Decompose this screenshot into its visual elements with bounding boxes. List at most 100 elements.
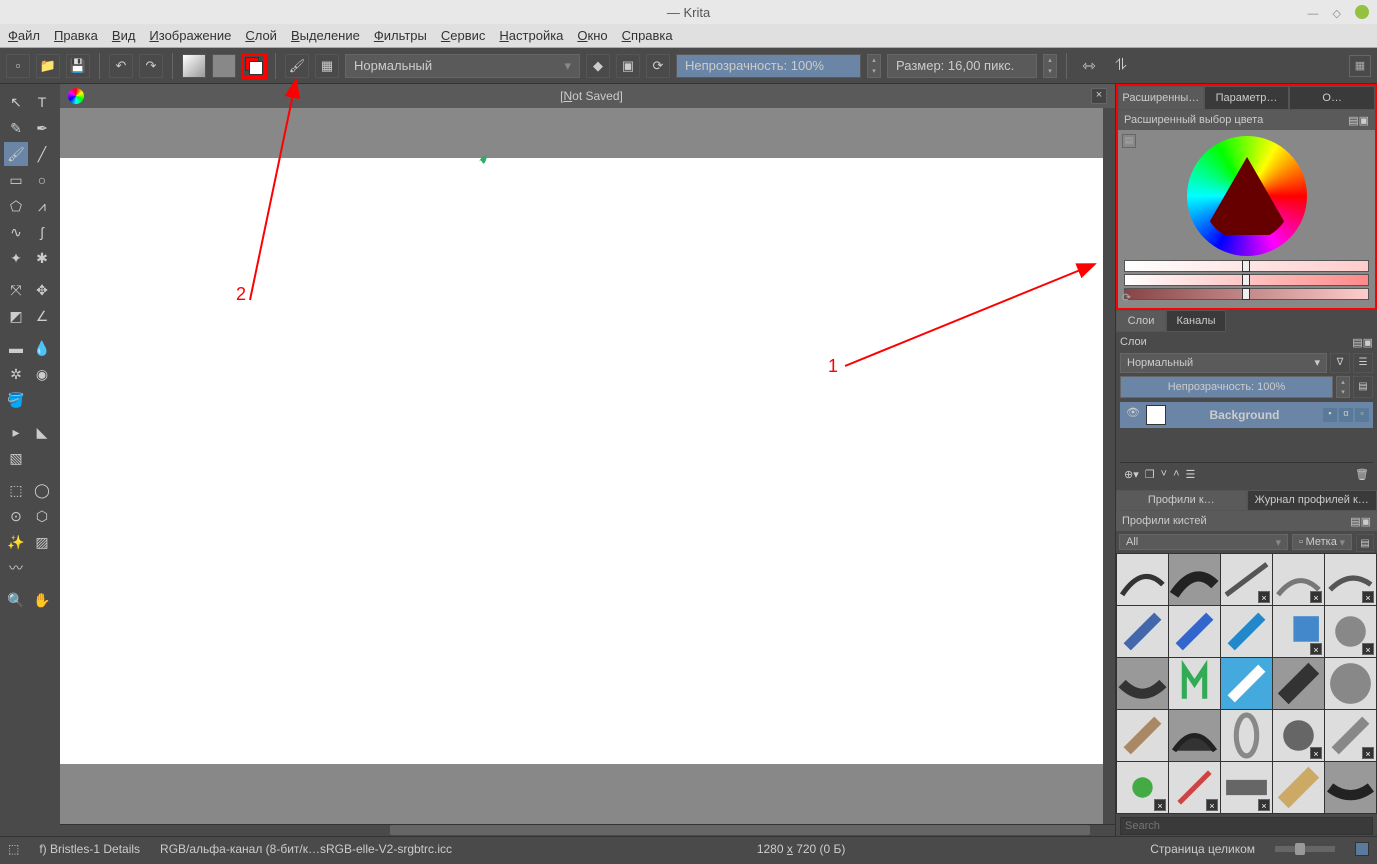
ellipse-tool[interactable]: ○ <box>30 168 54 192</box>
brushes-panel-menu[interactable]: ▤▣ <box>1350 515 1371 528</box>
brush-preset[interactable]: × <box>1325 554 1376 605</box>
ellipse-select-tool[interactable]: ◯ <box>30 478 54 502</box>
pattern-edit-tool[interactable]: ✲ <box>4 362 28 386</box>
freehand-select-tool[interactable]: ⊙ <box>4 504 28 528</box>
brush-preset[interactable]: × <box>1273 606 1324 657</box>
menu-file[interactable]: Файл <box>8 28 40 43</box>
canvas[interactable] <box>60 158 1115 764</box>
zoom-mode-label[interactable]: Страница целиком <box>1150 842 1255 856</box>
close-button[interactable] <box>1355 5 1369 19</box>
layers-panel-menu[interactable]: ▤▣ <box>1352 336 1373 349</box>
alpha-lock-toggle[interactable]: ▣ <box>616 54 640 78</box>
eraser-toggle[interactable]: ◆ <box>586 54 610 78</box>
brush-preset[interactable] <box>1273 762 1324 813</box>
mirror-horizontal-button[interactable]: ⇿ <box>1076 55 1102 77</box>
layer-lock-icon[interactable]: ▪ <box>1323 408 1337 422</box>
layer-row-background[interactable]: 👁 Background ▪ α ▫ <box>1120 402 1373 428</box>
menu-edit[interactable]: Правка <box>54 28 98 43</box>
edit-shapes-tool[interactable]: ✎ <box>4 116 28 140</box>
brush-search-input[interactable] <box>1120 817 1373 835</box>
reload-preset-button[interactable]: ⟳ <box>646 54 670 78</box>
minimize-button[interactable] <box>1308 5 1319 20</box>
layer-options-button[interactable]: ☰ <box>1353 353 1373 373</box>
rect-select-tool[interactable]: ⬚ <box>4 478 28 502</box>
similar-select-tool[interactable]: ▨ <box>30 530 54 554</box>
layer-name-label[interactable]: Background <box>1170 408 1319 422</box>
brush-tag-select[interactable]: ▫ Метка <box>1292 534 1352 550</box>
mirror-vertical-button[interactable]: ⥮ <box>1108 55 1134 77</box>
brush-preset[interactable] <box>1221 606 1272 657</box>
multibrush-tool[interactable]: ✱ <box>30 246 54 270</box>
gradient-tool[interactable]: ▬ <box>4 336 28 360</box>
brush-tool[interactable]: 🖌 <box>4 142 28 166</box>
brush-preset[interactable] <box>1117 710 1168 761</box>
brush-preset[interactable]: × <box>1221 762 1272 813</box>
menu-view[interactable]: Вид <box>112 28 136 43</box>
zoom-slider[interactable] <box>1275 846 1335 852</box>
brush-preset[interactable] <box>1325 762 1376 813</box>
polygon-tool[interactable]: ⬠ <box>4 194 28 218</box>
menu-layer[interactable]: Слой <box>245 28 277 43</box>
vertical-scrollbar[interactable] <box>1103 108 1115 824</box>
layer-opacity-slider[interactable]: Непрозрачность: 100% <box>1120 376 1333 398</box>
brush-editor-button[interactable]: 🖌 <box>285 54 309 78</box>
redo-button[interactable]: ↷ <box>139 54 163 78</box>
pattern-picker[interactable] <box>212 54 236 78</box>
color-picker-tool[interactable]: 💧 <box>30 336 54 360</box>
brush-preset[interactable]: × <box>1325 710 1376 761</box>
dimensions-label[interactable]: 1280 x 720 (0 Б) <box>757 842 846 856</box>
layer-opacity-spinner[interactable]: ▴▾ <box>1336 376 1350 398</box>
pan-tool[interactable]: ✋ <box>30 588 54 612</box>
brush-preset[interactable] <box>1273 658 1324 709</box>
freehand-path-tool[interactable]: ʃ <box>30 220 54 244</box>
brush-category-select[interactable]: All <box>1119 534 1288 550</box>
move-layer-tool[interactable]: ✥ <box>30 278 54 302</box>
dyna-tool[interactable]: ✦ <box>4 246 28 270</box>
color-options-button[interactable]: ▤ <box>1122 134 1136 148</box>
layer-alpha-icon[interactable]: α <box>1339 408 1353 422</box>
brush-settings-button[interactable]: ▦ <box>315 54 339 78</box>
colorspace-label[interactable]: RGB/альфа-канал (8-бит/к…sRGB-elle-V2-sr… <box>160 842 452 856</box>
color-slider-1[interactable] <box>1124 260 1369 272</box>
opacity-slider[interactable]: Непрозрачность: 100% <box>676 54 861 78</box>
brush-preset[interactable] <box>1325 658 1376 709</box>
gradient-picker[interactable] <box>182 54 206 78</box>
layer-thumbnail[interactable] <box>1146 405 1166 425</box>
brush-preset[interactable] <box>1169 658 1220 709</box>
menu-filter[interactable]: Фильтры <box>374 28 427 43</box>
transform-tool[interactable]: ⤧ <box>4 278 28 302</box>
menu-help[interactable]: Справка <box>622 28 673 43</box>
horizontal-scrollbar[interactable] <box>60 824 1115 836</box>
color-triangle[interactable] <box>1202 157 1292 235</box>
menu-image[interactable]: Изображение <box>149 28 231 43</box>
size-spinner[interactable]: ▴▾ <box>1043 54 1057 78</box>
brush-preset[interactable]: × <box>1273 554 1324 605</box>
menu-tools[interactable]: Сервис <box>441 28 486 43</box>
menu-select[interactable]: Выделение <box>291 28 360 43</box>
brush-preset[interactable] <box>1221 658 1272 709</box>
polyline-tool[interactable]: ⩘ <box>30 194 54 218</box>
reference-tool[interactable]: ◣ <box>30 420 54 444</box>
calligraphy-tool[interactable]: ✒ <box>30 116 54 140</box>
save-file-button[interactable]: 💾 <box>66 54 90 78</box>
brush-preset[interactable] <box>1169 554 1220 605</box>
layer-visibility-icon[interactable]: 👁 <box>1124 406 1142 424</box>
layers-tab[interactable]: Слои <box>1116 310 1166 332</box>
document-tab[interactable]: [Not Saved] × <box>60 84 1115 108</box>
brush-preset[interactable] <box>1117 658 1168 709</box>
fg-bg-color-selector[interactable] <box>242 54 266 78</box>
brush-view-button[interactable]: ▤ <box>1356 534 1374 552</box>
blendmode-select[interactable]: Нормальный <box>345 54 580 78</box>
color-slider-3[interactable] <box>1124 288 1369 300</box>
open-file-button[interactable]: 📁 <box>36 54 60 78</box>
contiguous-select-tool[interactable]: ✨ <box>4 530 28 554</box>
delete-layer-button[interactable]: 🗑 <box>1355 468 1369 481</box>
smart-fill-tool[interactable]: ◉ <box>30 362 54 386</box>
selection-indicator-icon[interactable]: ⬚ <box>8 842 19 856</box>
brush-preset[interactable] <box>1169 606 1220 657</box>
bezier-select-tool[interactable]: 〰 <box>4 556 28 580</box>
brush-preset[interactable] <box>1117 606 1168 657</box>
layer-extra-button[interactable]: ▤ <box>1353 376 1373 398</box>
crop-tool[interactable]: ◩ <box>4 304 28 328</box>
select-rect-tool[interactable]: ▧ <box>4 446 28 470</box>
